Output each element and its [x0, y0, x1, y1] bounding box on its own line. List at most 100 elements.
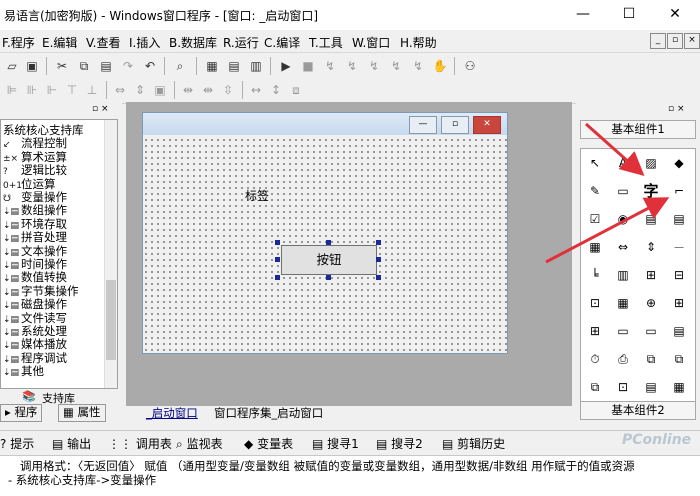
component-tool[interactable]: ▤	[669, 209, 689, 229]
binoculars-icon[interactable]: ⚇	[462, 58, 478, 74]
align-center-icon[interactable]: ⊪	[24, 82, 40, 98]
selection-handle[interactable]	[275, 275, 280, 280]
component-panel-controls[interactable]: ▫ ×	[668, 104, 685, 114]
component-tool[interactable]: ▭	[641, 321, 661, 341]
hand-icon[interactable]: ✋	[432, 58, 448, 74]
support-library-tab[interactable]: 📚 支持库	[0, 388, 116, 405]
same-width-icon[interactable]: ⇔	[112, 82, 128, 98]
menu-view[interactable]: V.查看	[86, 34, 120, 51]
tree-item[interactable]: ±× 算术运算	[3, 150, 67, 164]
scrollbar-thumb[interactable]	[106, 280, 116, 360]
selection-handle[interactable]	[275, 257, 280, 262]
order-icon[interactable]: ⧈	[288, 82, 304, 98]
align-top-icon[interactable]: ⊤	[64, 82, 80, 98]
component-tool[interactable]: ⇕	[641, 237, 661, 257]
tree-item[interactable]: ⇣▤ 时间操作	[3, 258, 67, 272]
tree-item[interactable]: ? 逻辑比较	[3, 164, 67, 178]
layout-3-icon[interactable]: ▥	[248, 58, 264, 74]
component-tool[interactable]: ▦	[585, 237, 605, 257]
component-tool[interactable]: ⊟	[669, 265, 689, 285]
step-2-icon[interactable]: ↯	[344, 58, 360, 74]
component-group-2[interactable]: 基本组件2	[580, 401, 696, 420]
component-tool[interactable]: ⧉	[641, 349, 661, 369]
form-maximize-button[interactable]: ▫	[441, 116, 469, 134]
selection-handle[interactable]	[376, 257, 381, 262]
tree-item[interactable]: ↙ 流程控制	[3, 137, 67, 151]
tree-item[interactable]: ⇣▤ 其他	[3, 365, 44, 379]
redo-icon[interactable]: ↷	[120, 58, 136, 74]
center-v-icon[interactable]: ↕	[268, 82, 284, 98]
tree-item[interactable]: ☋ 变量操作	[3, 191, 67, 205]
component-tool[interactable]: ⇔	[613, 237, 633, 257]
tab-search-1[interactable]: ▤ 搜寻1	[312, 435, 359, 452]
tab-window-assembly[interactable]: 窗口程序集_启动窗口	[214, 406, 323, 421]
tree-item[interactable]: 0+1位运算	[3, 177, 56, 191]
cut-icon[interactable]: ✂	[54, 58, 70, 74]
minimize-button[interactable]: —	[560, 0, 606, 30]
component-tool[interactable]: ⊡	[613, 377, 633, 397]
tree-item[interactable]: ⇣▤ 拼音处理	[3, 231, 67, 245]
component-tool[interactable]: A	[613, 153, 633, 173]
menu-edit[interactable]: E.编辑	[42, 34, 77, 51]
tree-item[interactable]: ⇣▤ 系统处理	[3, 325, 67, 339]
output-area[interactable]: 调用格式：〈无返回值〉 赋值 （通用型变量/变量数组 被赋值的变量或变量数组，通…	[0, 456, 700, 496]
tab-properties[interactable]: ▦ 属性	[58, 404, 106, 422]
component-tool[interactable]: ⏤	[669, 237, 689, 257]
tree-item[interactable]: ⇣▤ 磁盘操作	[3, 298, 67, 312]
selection-handle[interactable]	[376, 240, 381, 245]
tab-program[interactable]: ▸ 程序	[0, 404, 43, 422]
tree-item[interactable]: ⇣▤ 数值转换	[3, 271, 67, 285]
mdi-minimize-button[interactable]: _	[650, 33, 666, 49]
tab-clip-history[interactable]: ▤ 剪辑历史	[442, 435, 505, 452]
tab-search-2[interactable]: ▤ 搜寻2	[376, 435, 423, 452]
component-tool[interactable]: ↖	[585, 153, 605, 173]
tree-item[interactable]: ⇣▤ 文本操作	[3, 244, 67, 258]
tab-call-table[interactable]: ⋮⋮ 调用表	[108, 435, 172, 452]
tab-start-window[interactable]: _启动窗口	[146, 406, 198, 421]
align-middle-icon[interactable]: ⊥	[84, 82, 100, 98]
component-tool[interactable]: ◉	[613, 209, 633, 229]
component-tool[interactable]: ▭	[613, 321, 633, 341]
layout-2-icon[interactable]: ▤	[226, 58, 242, 74]
component-tool[interactable]: ▭	[613, 181, 633, 201]
h-space-2-icon[interactable]: ⇹	[200, 82, 216, 98]
component-tool[interactable]: ⊞	[641, 265, 661, 285]
selection-handle[interactable]	[326, 240, 331, 245]
tree-item[interactable]: ⇣▤ 媒体播放	[3, 338, 67, 352]
component-tool[interactable]: ▨	[641, 153, 661, 173]
align-left-icon[interactable]: ⊫	[4, 82, 20, 98]
component-tool[interactable]: ⊞	[585, 321, 605, 341]
component-tool[interactable]: ⏱	[585, 349, 605, 369]
run-icon[interactable]: ▶	[278, 58, 294, 74]
open-icon[interactable]: ▱	[4, 58, 20, 74]
tree-scrollbar[interactable]	[104, 120, 117, 388]
tab-variables[interactable]: ◆ 变量表	[244, 435, 293, 452]
tab-hint[interactable]: ? 提示	[0, 435, 34, 452]
component-tool[interactable]: ✎	[585, 181, 605, 201]
menu-help[interactable]: H.帮助	[400, 34, 437, 51]
component-tool[interactable]: ▦	[669, 377, 689, 397]
v-space-icon[interactable]: ⇳	[220, 82, 236, 98]
menu-window[interactable]: W.窗口	[352, 34, 390, 51]
close-button[interactable]: ✕	[652, 0, 698, 30]
step-3-icon[interactable]: ↯	[366, 58, 382, 74]
component-tool[interactable]: ▦	[613, 293, 633, 313]
step-4-icon[interactable]: ↯	[388, 58, 404, 74]
menu-database[interactable]: B.数据库	[169, 34, 217, 51]
same-height-icon[interactable]: ⇕	[132, 82, 148, 98]
tree-item[interactable]: ⇣▤ 字节集操作	[3, 284, 79, 298]
step-5-icon[interactable]: ↯	[410, 58, 426, 74]
component-tool[interactable]: ⎙	[613, 349, 633, 369]
button-control[interactable]: 按钮	[281, 245, 377, 275]
label-control[interactable]: 标签	[245, 187, 269, 204]
component-tool[interactable]: ⊞	[669, 293, 689, 313]
tab-watch[interactable]: ⌕ 监视表	[176, 435, 223, 452]
center-h-icon[interactable]: ↔	[248, 82, 264, 98]
component-tool[interactable]: ▤	[641, 377, 661, 397]
stop-icon[interactable]: ■	[300, 58, 316, 74]
same-size-icon[interactable]: ▣	[152, 82, 168, 98]
undo-icon[interactable]: ↶	[142, 58, 158, 74]
align-right-icon[interactable]: ⊩	[44, 82, 60, 98]
layout-1-icon[interactable]: ▦	[204, 58, 220, 74]
component-tool[interactable]: ⧉	[669, 349, 689, 369]
